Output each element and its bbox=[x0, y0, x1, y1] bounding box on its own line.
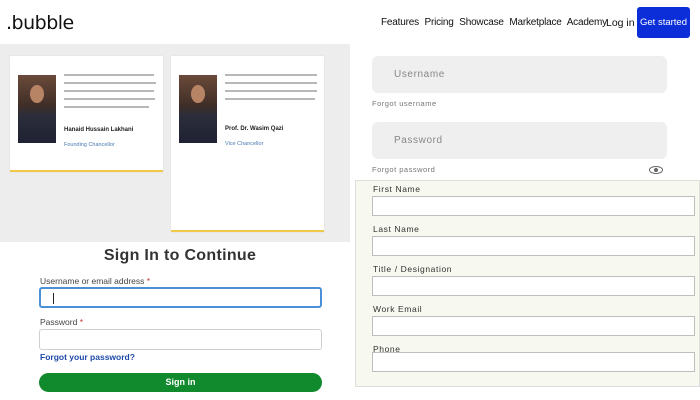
forgot-password-help[interactable]: Forgot password bbox=[372, 165, 435, 174]
password-label: Password * bbox=[40, 317, 84, 327]
testimonial-role: Founding Chancellor bbox=[64, 142, 115, 148]
quote-text bbox=[225, 74, 317, 76]
login-link[interactable]: Log in bbox=[606, 17, 635, 29]
username-field[interactable]: Username bbox=[372, 56, 667, 93]
eye-icon[interactable] bbox=[649, 166, 663, 174]
portrait-image bbox=[179, 75, 217, 143]
bubble-logo[interactable]: .bubble bbox=[6, 12, 74, 34]
nav-item-pricing[interactable]: Pricing bbox=[424, 17, 453, 28]
title-designation-field[interactable] bbox=[372, 276, 695, 296]
first-name-label: First Name bbox=[373, 184, 421, 194]
username-label: Username or email address * bbox=[40, 276, 151, 286]
page: .bubble Hanaid Hussain Lakhani Founding … bbox=[0, 0, 700, 400]
testimonial-name: Prof. Dr. Wasim Qazi bbox=[225, 126, 284, 132]
last-name-label: Last Name bbox=[373, 224, 420, 234]
password-field[interactable]: Password bbox=[372, 122, 667, 159]
quote-text bbox=[64, 74, 154, 76]
signin-title: Sign In to Continue bbox=[103, 247, 257, 264]
portrait-image bbox=[18, 75, 56, 143]
nav-item-marketplace[interactable]: Marketplace bbox=[509, 17, 561, 28]
nav-item-features[interactable]: Features bbox=[381, 17, 419, 28]
password-input[interactable] bbox=[39, 329, 322, 350]
username-input[interactable] bbox=[39, 287, 322, 308]
last-name-field[interactable] bbox=[372, 236, 695, 256]
testimonial-role: Vice Chancellor bbox=[225, 141, 264, 147]
quote-text bbox=[225, 98, 315, 100]
nav-item-showcase[interactable]: Showcase bbox=[459, 17, 504, 28]
forgot-password-link[interactable]: Forgot your password? bbox=[40, 352, 135, 362]
quote-text bbox=[64, 82, 156, 84]
quote-text bbox=[64, 98, 155, 100]
nav-item-academy[interactable]: Academy bbox=[567, 17, 607, 28]
title-designation-label: Title / Designation bbox=[373, 264, 453, 274]
quote-text bbox=[225, 82, 317, 84]
testimonial-card: Prof. Dr. Wasim Qazi Vice Chancellor bbox=[171, 56, 324, 232]
testimonial-name: Hanaid Hussain Lakhani bbox=[64, 127, 134, 133]
work-email-label: Work Email bbox=[373, 304, 423, 314]
work-email-field[interactable] bbox=[372, 316, 695, 336]
phone-field[interactable] bbox=[372, 352, 695, 372]
first-name-field[interactable] bbox=[372, 196, 695, 216]
get-started-button[interactable]: Get started bbox=[637, 7, 690, 38]
text-caret bbox=[53, 293, 54, 304]
top-nav: Features Pricing Showcase Marketplace Ac… bbox=[381, 17, 610, 28]
quote-text bbox=[64, 106, 149, 108]
quote-text bbox=[64, 90, 154, 92]
testimonial-card: Hanaid Hussain Lakhani Founding Chancell… bbox=[10, 56, 163, 172]
sign-in-button[interactable]: Sign in bbox=[39, 373, 322, 392]
quote-text bbox=[225, 90, 317, 92]
forgot-username-link[interactable]: Forgot username bbox=[372, 99, 437, 108]
